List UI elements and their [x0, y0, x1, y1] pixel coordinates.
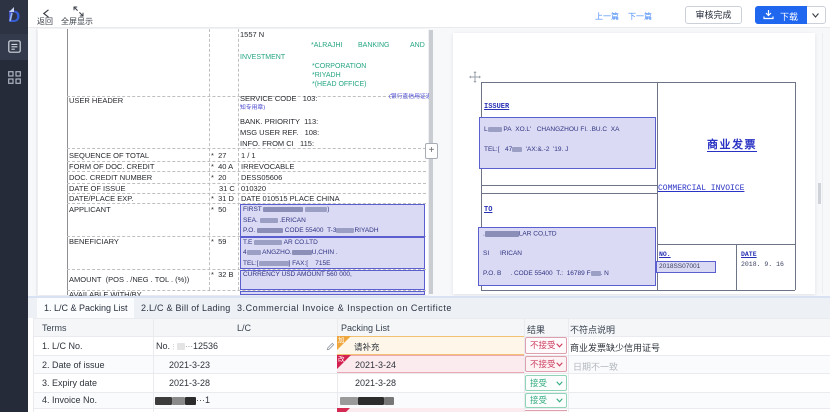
svg-text:D: D	[8, 7, 20, 26]
